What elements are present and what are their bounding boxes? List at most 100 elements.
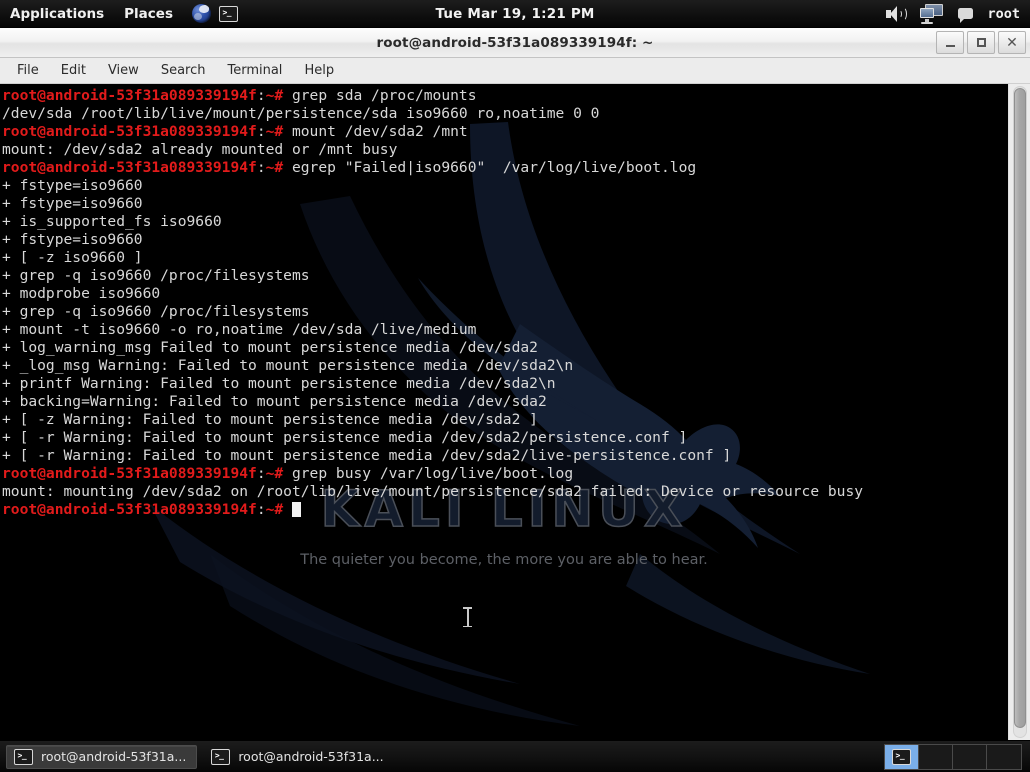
terminal-command: egrep "Failed|iso9660" /var/log/live/boo…	[283, 159, 697, 176]
chat-bubble-icon[interactable]	[958, 8, 974, 23]
terminal-icon: >_	[218, 5, 238, 22]
workspace-3[interactable]	[953, 744, 987, 769]
minimize-button[interactable]	[936, 31, 964, 54]
terminal-scrollbar[interactable]	[1008, 84, 1030, 740]
terminal-screen[interactable]: KALI LINUX The quieter you become, the m…	[0, 84, 1008, 740]
terminal-output-text: + backing=Warning: Failed to mount persi…	[2, 393, 547, 410]
prompt-colon: :	[256, 123, 266, 140]
terminal-output-line: /dev/sda /root/lib/live/mount/persistenc…	[2, 105, 863, 123]
terminal-output-line: + is_supported_fs iso9660	[2, 213, 863, 231]
terminal-output-text: + log_warning_msg Failed to mount persis…	[2, 339, 538, 356]
terminal-output-line: mount: mounting /dev/sda2 on /root/lib/l…	[2, 483, 863, 501]
prompt-colon: :	[256, 501, 266, 518]
terminal-output-line: + printf Warning: Failed to mount persis…	[2, 375, 863, 393]
terminal-prompt-line: root@android-53f31a089339194f:~# mount /…	[2, 123, 863, 141]
displays-icon[interactable]	[920, 3, 944, 24]
prompt-user-host: root@android-53f31a089339194f	[2, 87, 257, 104]
web-browser-launcher[interactable]	[191, 3, 212, 24]
terminal-output-text: + modprobe iso9660	[2, 285, 161, 302]
terminal-output-text: + grep -q iso9660 /proc/filesystems	[2, 303, 310, 320]
terminal-output-text: + [ -r Warning: Failed to mount persiste…	[2, 447, 732, 464]
taskbar-item-2[interactable]: >_ root@android-53f31a...	[203, 745, 394, 769]
terminal-output-text: + [ -z iso9660 ]	[2, 249, 143, 266]
terminal-output-text: mount: mounting /dev/sda2 on /root/lib/l…	[2, 483, 864, 500]
window-titlebar[interactable]: root@android-53f31a089339194f: ~ ✕	[0, 28, 1030, 58]
terminal-output-text: + [ -r Warning: Failed to mount persiste…	[2, 429, 688, 446]
prompt-colon: :	[256, 159, 266, 176]
prompt-path: ~#	[265, 87, 284, 104]
prompt-user-host: root@android-53f31a089339194f	[2, 123, 257, 140]
window-controls: ✕	[936, 31, 1026, 54]
applications-menu[interactable]: Applications	[1, 2, 113, 26]
workspace-1[interactable]: >_	[885, 744, 919, 769]
menu-edit[interactable]: Edit	[50, 59, 97, 82]
web-browser-icon	[191, 4, 211, 23]
terminal-output-text: + is_supported_fs iso9660	[2, 213, 222, 230]
prompt-path: ~#	[265, 501, 284, 518]
terminal-output-line: + grep -q iso9660 /proc/filesystems	[2, 303, 863, 321]
terminal-launcher[interactable]: >_	[218, 3, 239, 24]
terminal-output-line: mount: /dev/sda2 already mounted or /mnt…	[2, 141, 863, 159]
menu-terminal[interactable]: Terminal	[216, 59, 293, 82]
terminal-body: KALI LINUX The quieter you become, the m…	[0, 84, 1030, 740]
terminal-output-line: + log_warning_msg Failed to mount persis…	[2, 339, 863, 357]
prompt-user-host: root@android-53f31a089339194f	[2, 159, 257, 176]
workspace-2[interactable]	[919, 744, 953, 769]
terminal-output-line: + _log_msg Warning: Failed to mount pers…	[2, 357, 863, 375]
places-menu[interactable]: Places	[115, 2, 182, 26]
user-menu[interactable]: root	[987, 6, 1020, 22]
speaker-icon[interactable]	[886, 5, 908, 23]
taskbar-item-1[interactable]: >_ root@android-53f31a...	[6, 744, 198, 769]
terminal-command: mount /dev/sda2 /mnt	[283, 123, 468, 140]
terminal-output-text: mount: /dev/sda2 already mounted or /mnt…	[2, 141, 398, 158]
terminal-output-text: + grep -q iso9660 /proc/filesystems	[2, 267, 310, 284]
prompt-path: ~#	[265, 159, 284, 176]
terminal-prompt-line: root@android-53f31a089339194f:~# egrep "…	[2, 159, 863, 177]
terminal-prompt-line: root@android-53f31a089339194f:~# grep bu…	[2, 465, 863, 483]
terminal-output-line: + grep -q iso9660 /proc/filesystems	[2, 267, 863, 285]
prompt-path: ~#	[265, 465, 284, 482]
menu-help[interactable]: Help	[293, 59, 345, 82]
text-cursor-pointer	[463, 606, 473, 628]
menu-view[interactable]: View	[97, 59, 150, 82]
kali-tagline: The quieter you become, the more you are…	[300, 552, 708, 568]
terminal-output-line: + [ -r Warning: Failed to mount persiste…	[2, 447, 863, 465]
terminal-output-line: + [ -r Warning: Failed to mount persiste…	[2, 429, 863, 447]
terminal-output-line: + modprobe iso9660	[2, 285, 863, 303]
window-title: root@android-53f31a089339194f: ~	[376, 34, 654, 51]
terminal-output-line: + [ -z iso9660 ]	[2, 249, 863, 267]
terminal-command	[283, 501, 292, 518]
scrollbar-thumb[interactable]	[1014, 88, 1026, 728]
menu-search[interactable]: Search	[150, 59, 217, 82]
terminal-output-text: + printf Warning: Failed to mount persis…	[2, 375, 556, 392]
bottom-panel: >_ root@android-53f31a... >_ root@androi…	[0, 740, 1030, 772]
menu-file[interactable]: File	[6, 59, 50, 82]
terminal-icon: >_	[14, 748, 33, 765]
terminal-command: grep busy /var/log/live/boot.log	[283, 465, 574, 482]
terminal-output-text: + fstype=iso9660	[2, 177, 143, 194]
terminal-window: root@android-53f31a089339194f: ~ ✕ File …	[0, 28, 1030, 740]
maximize-button[interactable]	[967, 31, 995, 54]
prompt-path: ~#	[265, 123, 284, 140]
terminal-prompt-line: root@android-53f31a089339194f:~# grep sd…	[2, 87, 863, 105]
terminal-output-line: + backing=Warning: Failed to mount persi…	[2, 393, 863, 411]
close-button[interactable]: ✕	[998, 31, 1026, 54]
terminal-output-text: /dev/sda /root/lib/live/mount/persistenc…	[2, 105, 600, 122]
workspace-4[interactable]	[987, 745, 1021, 769]
prompt-colon: :	[256, 465, 266, 482]
terminal-cursor	[291, 502, 301, 517]
taskbar-item-label: root@android-53f31a...	[238, 749, 384, 764]
terminal-output-text: + mount -t iso9660 -o ro,noatime /dev/sd…	[2, 321, 477, 338]
panel-status-area: root	[886, 3, 1030, 24]
terminal-command: grep sda /proc/mounts	[283, 87, 477, 104]
terminal-output-line: + [ -z Warning: Failed to mount persiste…	[2, 411, 863, 429]
terminal-output-text: + [ -z Warning: Failed to mount persiste…	[2, 411, 538, 428]
terminal-output-line: + fstype=iso9660	[2, 177, 863, 195]
terminal-output-line: + fstype=iso9660	[2, 231, 863, 249]
terminal-output: root@android-53f31a089339194f:~# grep sd…	[0, 84, 863, 519]
terminal-icon: >_	[892, 748, 911, 765]
terminal-icon: >_	[211, 748, 231, 765]
prompt-user-host: root@android-53f31a089339194f	[2, 465, 257, 482]
terminal-output-text: + _log_msg Warning: Failed to mount pers…	[2, 357, 574, 374]
prompt-colon: :	[256, 87, 266, 104]
